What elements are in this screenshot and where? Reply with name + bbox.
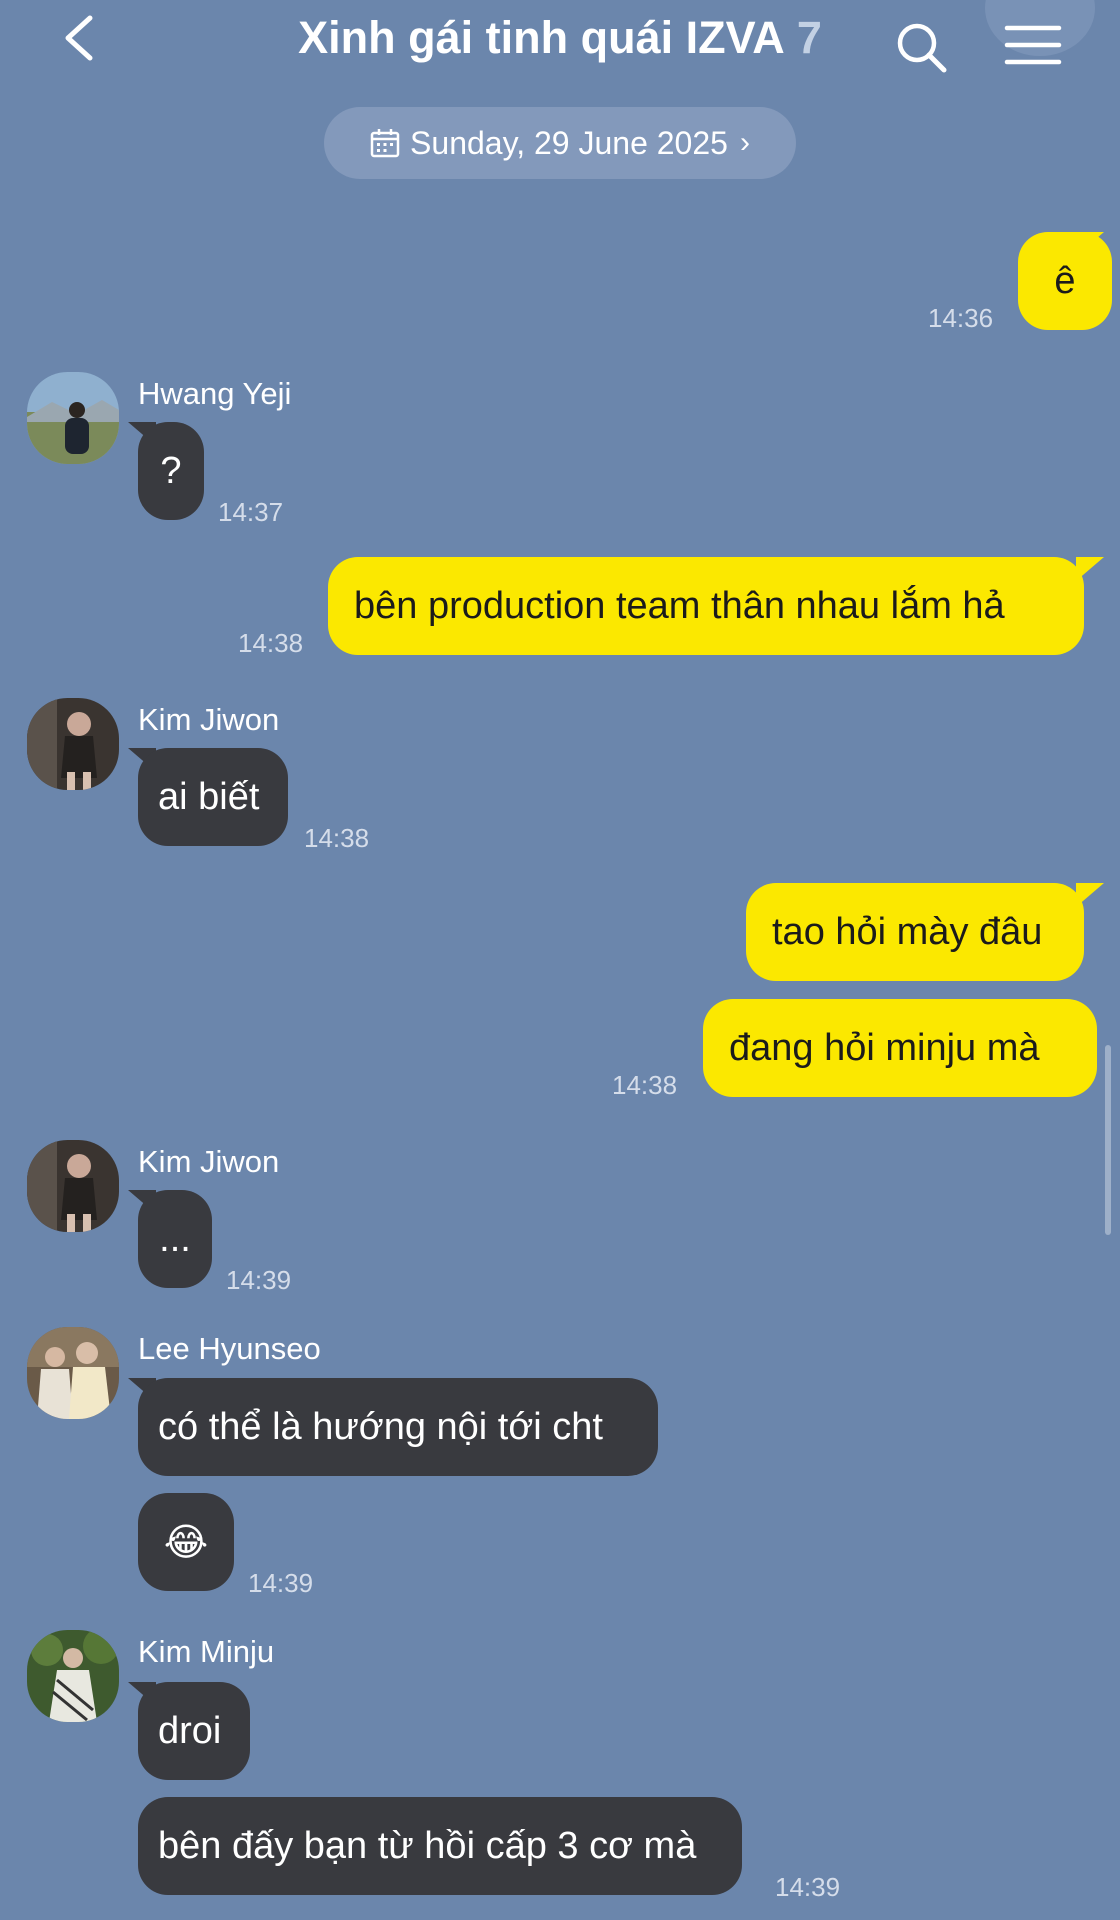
message-time: 14:39 (248, 1568, 314, 1598)
emoji-tears-of-joy: 😂 (163, 1521, 209, 1564)
date-divider[interactable]: Sunday, 29 June 2025 › (324, 107, 796, 179)
message-text: đang hỏi minju mà (729, 1026, 1040, 1069)
chat-header: Xinh gái tinh quái IZVA 7 (0, 0, 1120, 90)
search-button[interactable] (894, 20, 950, 76)
outgoing-message[interactable]: bên production team thân nhau lắm hả (328, 557, 1084, 655)
group-name: Xinh gái tinh quái IZVA (298, 12, 785, 63)
sender-name: Kim Jiwon (138, 702, 280, 737)
incoming-message[interactable]: droi (138, 1682, 250, 1780)
menu-button[interactable] (1004, 22, 1062, 68)
message-text: có thể là hướng nội tới cht (158, 1405, 603, 1448)
message-text: bên đấy bạn từ hồi cấp 3 cơ mà (158, 1824, 697, 1867)
incoming-message[interactable]: bên đấy bạn từ hồi cấp 3 cơ mà (138, 1797, 742, 1895)
incoming-message[interactable]: ? (138, 422, 204, 520)
message-time: 14:37 (218, 497, 284, 527)
incoming-message[interactable]: ai biết (138, 748, 288, 846)
date-label: Sunday, 29 June 2025 (410, 124, 728, 161)
incoming-message[interactable]: 😂 (138, 1493, 234, 1591)
avatar-kim-jiwon[interactable] (27, 1140, 119, 1232)
message-text: ai biết (158, 775, 260, 818)
message-time: 14:39 (775, 1872, 841, 1902)
calendar-icon (370, 129, 400, 158)
sender-name: Hwang Yeji (138, 376, 292, 411)
message-time: 14:38 (238, 628, 304, 658)
message-text: tao hỏi mày đâu (772, 910, 1043, 953)
message-time: 14:39 (226, 1265, 292, 1295)
incoming-message[interactable]: ... (138, 1190, 212, 1288)
incoming-message[interactable]: có thể là hướng nội tới cht (138, 1378, 658, 1476)
scrollbar[interactable] (1105, 1045, 1111, 1235)
sender-name: Lee Hyunseo (138, 1331, 321, 1366)
search-icon (897, 23, 947, 73)
message-text: ? (160, 449, 182, 492)
sender-name: Kim Minju (138, 1634, 275, 1669)
outgoing-message[interactable]: tao hỏi mày đâu (746, 883, 1084, 981)
chat-title: Xinh gái tinh quái IZVA 7 (0, 12, 1120, 64)
avatar-kim-minju[interactable] (27, 1630, 119, 1722)
chevron-right-icon: › (739, 126, 750, 159)
message-text: ... (159, 1217, 191, 1260)
message-text: droi (158, 1709, 222, 1752)
message-time: 14:38 (304, 823, 370, 853)
message-text: ê (1054, 259, 1076, 302)
message-time: 14:38 (612, 1070, 678, 1100)
avatar-lee-hyunseo[interactable] (27, 1327, 119, 1419)
sender-name: Kim Jiwon (138, 1144, 280, 1179)
avatar-kim-jiwon[interactable] (27, 698, 119, 790)
hamburger-menu-icon (1004, 25, 1062, 65)
bubble-tail (1076, 883, 1104, 907)
message-time: 14:36 (928, 303, 994, 333)
message-text: bên production team thân nhau lắm hả (354, 584, 1005, 627)
bubble-tail (1076, 557, 1104, 581)
bubble-tail (1076, 232, 1104, 256)
member-count: 7 (796, 12, 822, 63)
outgoing-message[interactable]: đang hỏi minju mà (703, 999, 1097, 1097)
avatar-hwang-yeji[interactable] (27, 372, 119, 464)
